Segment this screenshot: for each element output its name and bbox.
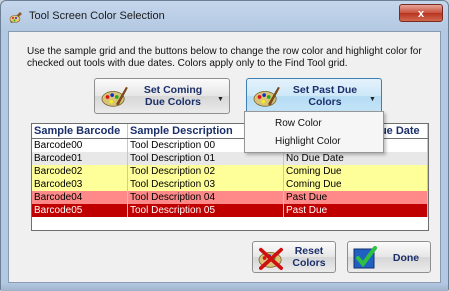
cell-barcode: Barcode00 xyxy=(32,139,128,152)
table-row[interactable]: Barcode01 Tool Description 01 No Due Date xyxy=(32,152,428,165)
dropdown-arrow-icon: ▼ xyxy=(369,96,376,103)
cell-description: Tool Description 03 xyxy=(128,178,284,191)
set-past-due-colors-button[interactable]: Set Past Due Colors ▼ xyxy=(246,78,382,114)
cell-barcode: Barcode02 xyxy=(32,165,128,178)
reset-palette-icon xyxy=(258,247,283,270)
set-past-due-colors-label: Set Past Due Colors xyxy=(292,84,358,108)
menu-item-highlight-color[interactable]: Highlight Color xyxy=(245,133,383,151)
title-bar[interactable]: Tool Screen Color Selection x xyxy=(1,1,448,31)
cell-barcode: Barcode01 xyxy=(32,152,128,165)
cell-barcode: Barcode05 xyxy=(32,204,128,217)
dropdown-arrow-icon: ▼ xyxy=(217,96,224,103)
table-row[interactable]: Barcode05 Tool Description 05 Past Due xyxy=(32,204,428,217)
palette-brush-icon xyxy=(101,86,128,107)
cell-barcode: Barcode04 xyxy=(32,191,128,204)
cell-due-status: No Due Date xyxy=(284,152,428,165)
set-coming-due-colors-button[interactable]: Set Coming Due Colors ▼ xyxy=(94,78,230,114)
close-button[interactable]: x xyxy=(399,4,443,22)
set-coming-due-colors-label: Set Coming Due Colors xyxy=(143,84,203,108)
cell-due-status: Coming Due xyxy=(284,178,428,191)
cell-barcode: Barcode03 xyxy=(32,178,128,191)
checkmark-icon xyxy=(353,246,377,269)
cell-description: Tool Description 04 xyxy=(128,191,284,204)
column-header-barcode[interactable]: Sample Barcode xyxy=(32,124,128,138)
cell-due-status: Coming Due xyxy=(284,165,428,178)
palette-brush-icon xyxy=(253,86,280,107)
cell-description: Tool Description 02 xyxy=(128,165,284,178)
menu-item-row-color[interactable]: Row Color xyxy=(245,115,383,133)
instructions-text: Use the sample grid and the buttons belo… xyxy=(27,46,422,69)
reset-colors-button[interactable]: Reset Colors xyxy=(252,241,336,273)
done-label: Done xyxy=(392,252,420,264)
reset-colors-label: Reset Colors xyxy=(292,245,326,269)
cell-due-status: Past Due xyxy=(284,191,428,204)
paint-palette-icon xyxy=(9,12,22,23)
done-button[interactable]: Done xyxy=(347,241,431,273)
table-row[interactable]: Barcode02 Tool Description 02 Coming Due xyxy=(32,165,428,178)
dialog-window: Tool Screen Color Selection x Use the sa… xyxy=(0,0,449,291)
window-title: Tool Screen Color Selection xyxy=(29,10,165,22)
cell-description: Tool Description 05 xyxy=(128,204,284,217)
cell-description: Tool Description 01 xyxy=(128,152,284,165)
table-row[interactable]: Barcode04 Tool Description 04 Past Due xyxy=(32,191,428,204)
cell-due-status: Past Due xyxy=(284,204,428,217)
past-due-colors-menu: Row Color Highlight Color xyxy=(244,111,384,153)
table-row[interactable]: Barcode03 Tool Description 03 Coming Due xyxy=(32,178,428,191)
